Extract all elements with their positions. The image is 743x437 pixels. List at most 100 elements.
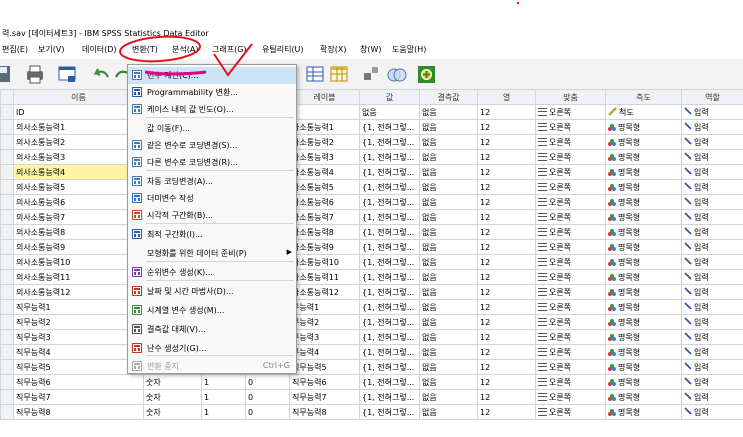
cell-align[interactable]: 오른쪽 [535, 179, 606, 195]
row-number-cell[interactable] [0, 224, 14, 240]
weight-cases-icon[interactable] [362, 63, 384, 85]
cell-name[interactable]: 의사소통능력9 [13, 239, 144, 255]
row-number-cell[interactable] [0, 194, 14, 210]
cell-col[interactable]: 12 [477, 254, 536, 270]
cell-missing[interactable]: 없음 [419, 299, 478, 315]
cell-col[interactable]: 12 [477, 134, 536, 150]
transform-menu-item[interactable]: 같은 변수로 코딩변경(S)... [128, 137, 296, 154]
cell-measure[interactable]: 명목형 [605, 284, 682, 300]
save-icon[interactable] [0, 63, 14, 85]
cell-label[interactable]: 사소통능력2 [289, 134, 360, 150]
col-header-role[interactable]: 역할 [681, 89, 743, 105]
cell-align[interactable]: 오른쪽 [535, 224, 606, 240]
cell-align[interactable]: 오른쪽 [535, 164, 606, 180]
table-row[interactable]: 의사소통능력4 사소통능력4 {1, 전혀그렇... 없음 12 오른쪽 명목형 입력 [0, 164, 743, 180]
cell-measure[interactable]: 명목형 [605, 314, 682, 330]
cell-role[interactable]: 입력 [681, 269, 743, 285]
cell-measure[interactable]: 명목형 [605, 119, 682, 135]
split-file-icon[interactable] [304, 63, 326, 85]
cell-width[interactable]: 1 [201, 404, 246, 420]
cell-label[interactable]: 사소통능력3 [289, 149, 360, 165]
cell-name[interactable]: 의사소통능력10 [13, 254, 144, 270]
cell-role[interactable]: 입력 [681, 194, 743, 210]
transform-menu-item[interactable]: 최적 구간화(I)... [128, 226, 296, 243]
transform-menu-item[interactable]: 케이스 내의 값 빈도(O)... [128, 101, 296, 118]
cell-name[interactable]: 의사소통능력11 [13, 269, 144, 285]
transform-menu-item[interactable]: 시계열 변수 생성(M)... [128, 302, 296, 319]
cell-name[interactable]: 의사소통능력12 [13, 284, 144, 300]
cell-missing[interactable]: 없음 [419, 194, 478, 210]
cell-label[interactable]: 사소통능력12 [289, 284, 360, 300]
cell-align[interactable]: 오른쪽 [535, 134, 606, 150]
cell-align[interactable]: 오른쪽 [535, 284, 606, 300]
table-row[interactable]: 의사소통능력12 사소통능력12 {1, 전혀그렇... 없음 12 오른쪽 명목형 입력 [0, 284, 743, 300]
cell-missing[interactable]: 없음 [419, 314, 478, 330]
cell-measure[interactable]: 명목형 [605, 164, 682, 180]
cell-measure[interactable]: 명목형 [605, 179, 682, 195]
cell-align[interactable]: 오른쪽 [535, 299, 606, 315]
cell-value[interactable]: {1, 전혀그렇... [359, 404, 420, 420]
cell-decimals[interactable]: 0 [245, 389, 290, 405]
cell-align[interactable]: 오른쪽 [535, 254, 606, 270]
table-row[interactable]: 의사소통능력6 사소통능력6 {1, 전혀그렇... 없음 12 오른쪽 명목형 입력 [0, 194, 743, 210]
cell-role[interactable]: 입력 [681, 329, 743, 345]
cell-name[interactable]: 의사소통능력5 [13, 179, 144, 195]
cell-role[interactable]: 입력 [681, 389, 743, 405]
table-row[interactable]: 직무능력8 숫자 1 0 직무능력8 {1, 전혀그렇... 없음 12 오른쪽 명목형 입력 [0, 404, 743, 420]
cell-role[interactable]: 입력 [681, 299, 743, 315]
cell-value[interactable]: 없음 [359, 104, 420, 120]
cell-label[interactable]: 직무능력5 [289, 359, 360, 375]
transform-menu-item[interactable]: 변환 중지 Ctrl+G [128, 358, 296, 375]
cell-align[interactable]: 오른쪽 [535, 359, 606, 375]
cell-name[interactable]: 의사소통능력2 [13, 134, 144, 150]
cell-role[interactable]: 입력 [681, 344, 743, 360]
print-icon[interactable] [24, 63, 46, 85]
cell-align[interactable]: 오른쪽 [535, 104, 606, 120]
cell-col[interactable]: 12 [477, 389, 536, 405]
cell-name[interactable]: 직무능력4 [13, 344, 144, 360]
table-row[interactable]: 직무능력1 무능력1 {1, 전혀그렇... 없음 12 오른쪽 명목형 입력 [0, 299, 743, 315]
cell-value[interactable]: {1, 전혀그렇... [359, 374, 420, 390]
row-number-cell[interactable] [0, 389, 14, 405]
cell-name[interactable]: 직무능력2 [13, 314, 144, 330]
cell-role[interactable]: 입력 [681, 404, 743, 420]
menu-view[interactable]: 보기(V) [38, 44, 64, 55]
transform-menu-item[interactable]: 자동 코딩변경(A)... [128, 173, 296, 190]
row-number-cell[interactable] [0, 134, 14, 150]
transform-menu-item[interactable]: 다른 변수로 코딩변경(R)... [128, 154, 296, 171]
cell-value[interactable]: {1, 전혀그렇... [359, 239, 420, 255]
row-number-cell[interactable] [0, 104, 14, 120]
cell-align[interactable]: 오른쪽 [535, 269, 606, 285]
cell-value[interactable]: {1, 전혀그렇... [359, 299, 420, 315]
cell-missing[interactable]: 없음 [419, 119, 478, 135]
cell-align[interactable]: 오른쪽 [535, 314, 606, 330]
cell-col[interactable]: 12 [477, 299, 536, 315]
cell-type[interactable]: 숫자 [143, 389, 202, 405]
menu-extensions[interactable]: 확장(X) [320, 44, 346, 55]
cell-col[interactable]: 12 [477, 329, 536, 345]
cell-measure[interactable]: 명목형 [605, 254, 682, 270]
cell-col[interactable]: 12 [477, 104, 536, 120]
table-row[interactable]: 의사소통능력11 사소통능력11 {1, 전혀그렇... 없음 12 오른쪽 명목형 입력 [0, 269, 743, 285]
menu-edit[interactable]: 편집(E) [2, 44, 28, 55]
cell-value[interactable]: {1, 전혀그렇... [359, 254, 420, 270]
cell-align[interactable]: 오른쪽 [535, 374, 606, 390]
cell-label[interactable]: 사소통능력7 [289, 209, 360, 225]
table-row[interactable]: 의사소통능력9 사소통능력9 {1, 전혀그렇... 없음 12 오른쪽 명목형 입력 [0, 239, 743, 255]
menu-data[interactable]: 데이터(D) [82, 44, 116, 55]
cell-measure[interactable]: 명목형 [605, 359, 682, 375]
cell-col[interactable]: 12 [477, 194, 536, 210]
table-row[interactable]: 직무능력5숫자10직무능력5{1, 전혀그렇...없음12오른쪽명목형입력 [0, 359, 743, 375]
cell-col[interactable]: 12 [477, 404, 536, 420]
cell-width[interactable]: 1 [201, 374, 246, 390]
row-number-cell[interactable] [0, 164, 14, 180]
cell-role[interactable]: 입력 [681, 209, 743, 225]
cell-type[interactable]: 숫자 [143, 404, 202, 420]
cell-measure[interactable]: 명목형 [605, 149, 682, 165]
transform-menu-item[interactable]: 날짜 및 시간 마법사(D)... [128, 283, 296, 300]
col-header-measure[interactable]: 측도 [605, 89, 682, 105]
cell-col[interactable]: 12 [477, 209, 536, 225]
cell-measure[interactable]: 명목형 [605, 404, 682, 420]
table-row[interactable]: 직무능력3 무능력3 {1, 전혀그렇... 없음 12 오른쪽 명목형 입력 [0, 329, 743, 345]
cell-role[interactable]: 입력 [681, 314, 743, 330]
